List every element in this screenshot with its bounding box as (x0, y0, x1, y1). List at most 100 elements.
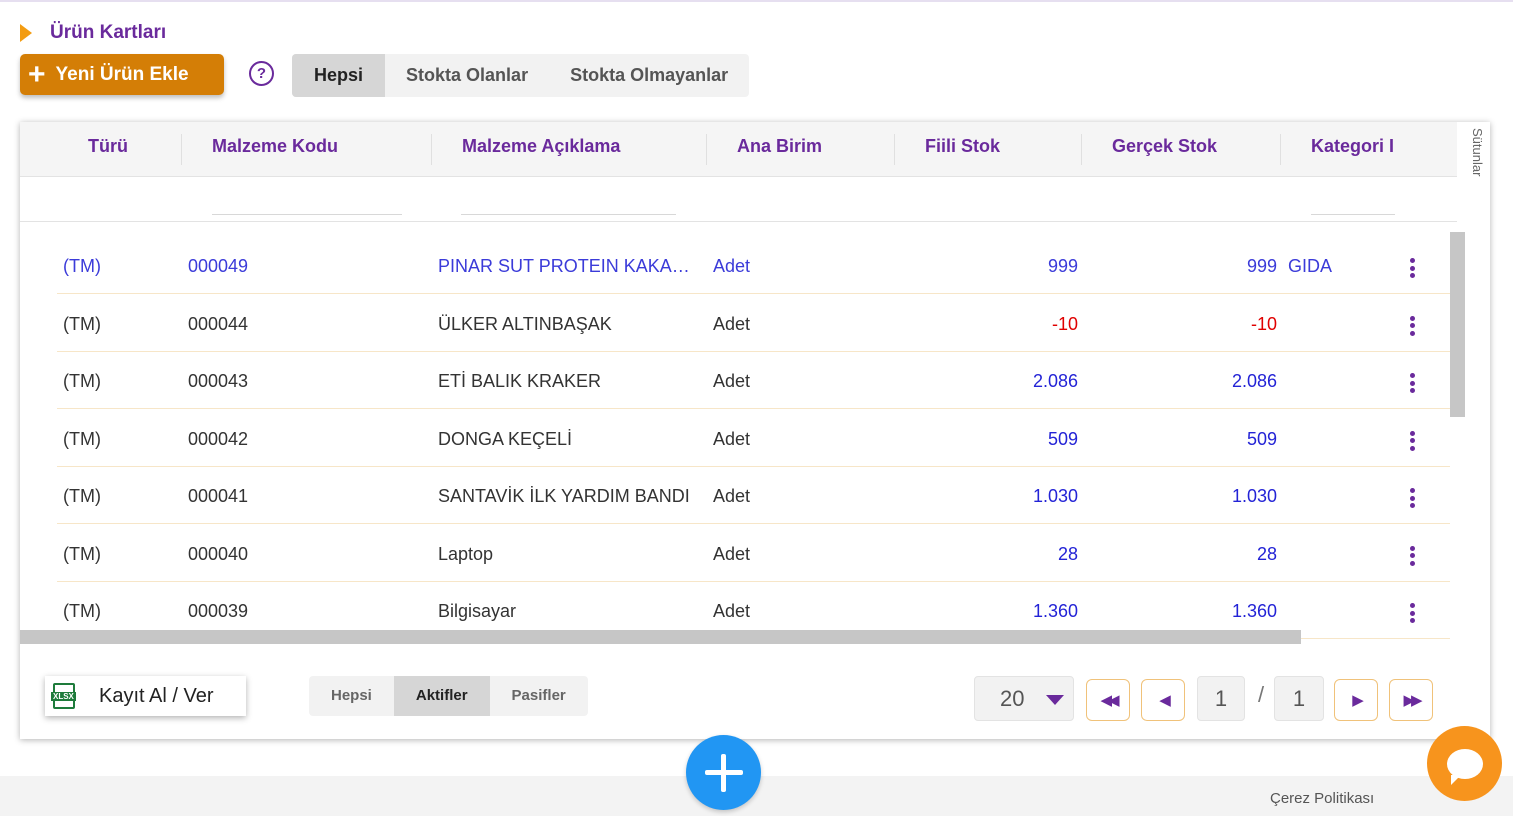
kebab-dot (1410, 560, 1415, 566)
column-header-ana-birim[interactable]: Ana Birim (737, 122, 897, 177)
column-separator (431, 134, 432, 165)
table-row[interactable]: (TM) 000042 DONGA KEÇELİ Adet 509 509 (57, 410, 1450, 467)
column-header-gercek-stok[interactable]: Gerçek Stok (1112, 122, 1282, 177)
table-footer: XLSX Kayıt Al / Ver Hepsi Aktifler Pasif… (20, 644, 1490, 739)
tab-out-of-stock[interactable]: Stokta Olmayanlar (549, 54, 749, 97)
column-header-turu[interactable]: Türü (88, 122, 188, 177)
kebab-dot (1410, 323, 1415, 328)
cell-kod: 000044 (188, 313, 249, 334)
page-separator: / (1258, 682, 1265, 707)
title-triangle-icon (20, 24, 32, 42)
kebab-dot (1410, 258, 1415, 263)
prev-page-icon: ◀ (1159, 692, 1170, 709)
cell-birim: Adet (713, 256, 751, 276)
cell-aciklama: ETİ BALIK KRAKER (438, 371, 602, 391)
kebab-icon[interactable] (1410, 373, 1416, 393)
column-header-kategori[interactable]: Kategori I (1311, 122, 1396, 177)
stock-filter-tabs: Hepsi Stokta Olanlar Stokta Olmayanlar (292, 54, 750, 97)
cell-kod: 000040 (188, 543, 249, 564)
cell-gercek: 2.086 (1231, 371, 1277, 391)
table-row[interactable]: (TM) 000041 SANTAVİK İLK YARDIM BANDI Adet 1… (57, 467, 1450, 524)
kebab-icon[interactable] (1410, 258, 1416, 278)
export-import-label: Kayıt Al / Ver (99, 684, 214, 707)
kebab-dot (1410, 603, 1415, 608)
status-tab-active[interactable]: Aktifler (393, 676, 490, 716)
top-border (0, 0, 1513, 2)
status-tab-all[interactable]: Hepsi (309, 676, 394, 716)
add-product-button[interactable]: + Yeni Ürün Ekle (20, 54, 224, 95)
kebab-icon[interactable] (1410, 430, 1416, 451)
kebab-dot (1410, 610, 1415, 616)
kebab-dot (1410, 388, 1415, 393)
cell-aciklama: DONGA KEÇELİ (438, 428, 573, 449)
add-fab-button[interactable] (686, 735, 761, 810)
cell-gercek: 509 (1246, 428, 1277, 449)
cell-aciklama: Laptop (438, 543, 494, 564)
cell-turu: (TM) (63, 543, 101, 564)
last-page-button[interactable]: ▶▶ (1389, 679, 1433, 721)
prev-page-button[interactable]: ◀ (1141, 679, 1185, 721)
kebab-icon[interactable] (1410, 603, 1416, 623)
help-icon[interactable]: ? (249, 61, 274, 86)
next-page-icon: ▶ (1352, 692, 1363, 709)
tab-in-stock[interactable]: Stokta Olanlar (385, 54, 549, 97)
kebab-dot (1410, 330, 1415, 336)
tab-all[interactable]: Hepsi (292, 54, 386, 97)
filter-input-kategori[interactable] (1311, 214, 1395, 215)
horizontal-scrollbar[interactable] (20, 630, 1301, 644)
columns-panel-label: Sütunlar (1470, 128, 1485, 177)
kebab-dot (1410, 430, 1415, 436)
current-page-input[interactable]: 1 (1197, 676, 1245, 721)
first-page-icon: ◀◀ (1100, 692, 1119, 709)
add-product-label: Yeni Ürün Ekle (55, 63, 189, 85)
kebab-dot (1410, 315, 1415, 321)
filter-input-malzeme-kodu[interactable] (212, 214, 402, 215)
table-row[interactable]: (TM) 000049 PINAR SUT PROTEIN KAKAOLU Adet 9… (57, 237, 1450, 294)
column-separator (1280, 134, 1281, 165)
cell-aciklama: ÜLKER ALTINBAŞAK (438, 313, 612, 334)
column-separator (1081, 134, 1082, 165)
kebab-icon[interactable] (1410, 315, 1416, 336)
column-separator (894, 134, 895, 165)
column-header-malzeme-kodu[interactable]: Malzeme Kodu (212, 122, 432, 177)
kebab-dot (1410, 373, 1415, 378)
table-header: Türü Malzeme Kodu Malzeme Açıklama Ana B… (20, 122, 1457, 177)
cell-kod: 000049 (188, 256, 249, 276)
first-page-button[interactable]: ◀◀ (1086, 679, 1130, 721)
page-title-text: Ürün Kartları (50, 22, 167, 43)
column-separator (706, 134, 707, 165)
column-header-malzeme-aciklama[interactable]: Malzeme Açıklama (462, 122, 712, 177)
filter-input-malzeme-aciklama[interactable] (461, 214, 676, 215)
kebab-dot (1410, 503, 1415, 508)
cell-kod: 000041 (188, 486, 249, 506)
table-row[interactable]: (TM) 000044 ÜLKER ALTINBAŞAK Adet -10 -10 (57, 295, 1450, 352)
table-row[interactable]: (TM) 000040 Laptop Adet 28 28 (57, 525, 1450, 582)
kebab-dot (1410, 380, 1415, 386)
table-row[interactable]: (TM) 000043 ETİ BALIK KRAKER Adet 2.086 2.086 (57, 352, 1450, 409)
cell-fiili: 28 (1057, 543, 1078, 564)
chat-button[interactable] (1427, 726, 1502, 801)
total-pages: 1 (1274, 676, 1324, 721)
filter-row (20, 178, 1457, 222)
status-filter-tabs: Hepsi Aktifler Pasifler (309, 676, 588, 716)
next-page-button[interactable]: ▶ (1334, 679, 1378, 721)
kebab-dot (1410, 445, 1415, 451)
cell-birim: Adet (713, 371, 751, 391)
export-import-button[interactable]: XLSX Kayıt Al / Ver (45, 676, 246, 716)
plus-icon-vertical (721, 753, 726, 792)
cell-fiili: -10 (1051, 313, 1078, 334)
vertical-scrollbar[interactable] (1450, 232, 1465, 417)
cell-turu: (TM) (63, 428, 101, 449)
kebab-icon[interactable] (1410, 488, 1416, 508)
status-tab-passive[interactable]: Pasifler (490, 676, 588, 716)
kebab-dot (1410, 265, 1415, 271)
column-header-fiili-stok[interactable]: Fiili Stok (925, 122, 1085, 177)
kebab-icon[interactable] (1410, 545, 1416, 566)
page-size-select[interactable]: 20 (974, 676, 1074, 721)
column-separator (181, 134, 182, 165)
cell-aciklama: SANTAVİK İLK YARDIM BANDI (438, 486, 690, 506)
kebab-dot (1410, 545, 1415, 551)
cookie-policy-link[interactable]: Çerez Politikası (1270, 790, 1374, 807)
cell-fiili: 1.030 (1032, 486, 1078, 506)
columns-panel-toggle[interactable]: Sütunlar (1465, 122, 1490, 382)
